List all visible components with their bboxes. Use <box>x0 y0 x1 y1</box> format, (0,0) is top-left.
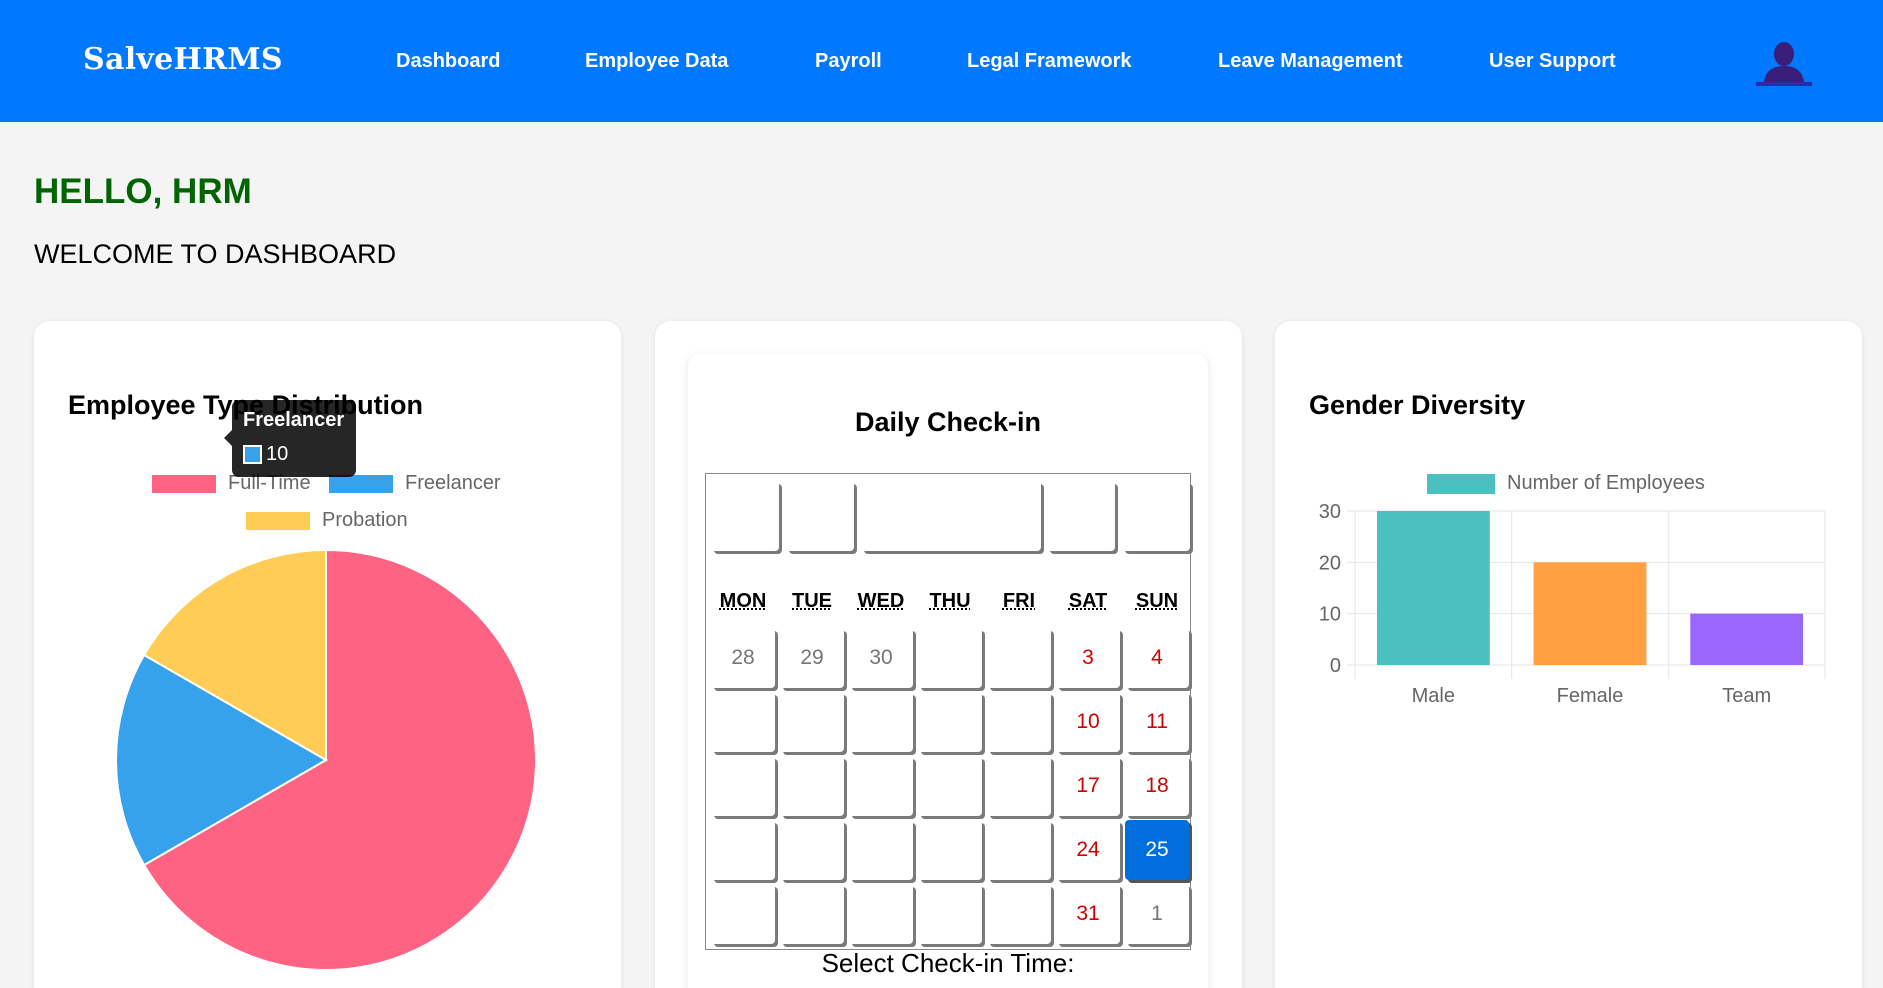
gender-bar-chart[interactable]: 0 10 20 30 Male Female Team <box>1300 490 1840 720</box>
calendar-day-empty[interactable] <box>711 692 775 752</box>
calendar-day-empty[interactable] <box>780 756 844 816</box>
x-tick-label-team: Team <box>1722 685 1771 707</box>
legend-freelancer[interactable]: Freelancer <box>329 472 501 495</box>
calendar-day-empty[interactable] <box>711 884 775 944</box>
legend-swatch-probation <box>246 511 310 530</box>
calendar-day-empty[interactable] <box>918 756 982 816</box>
tooltip-label: Freelancer <box>243 409 345 431</box>
calendar-day-empty[interactable] <box>849 692 913 752</box>
y-tick-label: 30 <box>1319 501 1341 523</box>
calendar-day-empty[interactable] <box>918 628 982 688</box>
calendar-day-empty[interactable] <box>918 884 982 944</box>
legend-probation[interactable]: Probation <box>246 509 408 532</box>
top-navbar: SalveHRMS Dashboard Employee Data Payrol… <box>0 0 1883 122</box>
weekday-thu: THU <box>929 590 971 612</box>
y-tick-label: 0 <box>1330 655 1341 677</box>
calendar-day-11[interactable]: 11 <box>1125 692 1189 752</box>
hello-heading: HELLO, HRM <box>34 172 252 211</box>
cal-month-label-button[interactable] <box>861 481 1041 551</box>
weekday-sun: SUN <box>1135 590 1179 612</box>
tooltip-value: 10 <box>266 443 289 465</box>
calendar-day-empty[interactable] <box>780 884 844 944</box>
brand-logo[interactable]: SalveHRMS <box>83 42 283 77</box>
y-tick-label: 10 <box>1319 604 1341 626</box>
calendar-day-empty[interactable] <box>918 692 982 752</box>
calendar-day-10[interactable]: 10 <box>1056 692 1120 752</box>
weekday-tue: TUE <box>792 590 832 612</box>
calendar-day-empty[interactable] <box>987 884 1051 944</box>
weekday-fri: FRI <box>1002 590 1036 612</box>
calendar-day-empty[interactable] <box>987 820 1051 880</box>
cal-prev-year-button[interactable] <box>711 481 779 551</box>
calendar-day-empty[interactable] <box>780 820 844 880</box>
calendar-day-empty[interactable] <box>780 692 844 752</box>
employee-type-pie-chart[interactable] <box>110 547 550 988</box>
nav-legal-framework[interactable]: Legal Framework <box>967 50 1132 73</box>
cal-next-month-button[interactable] <box>1047 481 1115 551</box>
calendar-day-empty[interactable] <box>849 820 913 880</box>
x-tick-label-female: Female <box>1557 685 1624 707</box>
nav-dashboard[interactable]: Dashboard <box>396 50 500 73</box>
bar-male[interactable] <box>1376 511 1490 665</box>
calendar-day-25[interactable]: 25 <box>1125 820 1189 880</box>
legend-swatch-freelancer <box>329 474 393 493</box>
legend-label-freelancer: Freelancer <box>405 472 501 494</box>
user-avatar-icon[interactable] <box>1756 40 1812 86</box>
calendar-day-empty[interactable] <box>918 820 982 880</box>
weekday-wed: WED <box>857 590 905 612</box>
nav-payroll[interactable]: Payroll <box>815 50 882 73</box>
bar-team[interactable] <box>1690 613 1804 665</box>
checkin-time-label: Select Check-in Time: <box>821 948 1075 978</box>
calendar-day-30[interactable]: 30 <box>849 628 913 688</box>
calendar-day-4[interactable]: 4 <box>1125 628 1189 688</box>
calendar-day-17[interactable]: 17 <box>1056 756 1120 816</box>
bar-female[interactable] <box>1533 562 1647 665</box>
calendar-day-empty[interactable] <box>987 692 1051 752</box>
y-tick-label: 20 <box>1319 552 1341 574</box>
weekday-sat: SAT <box>1068 590 1108 612</box>
calendar-day-empty[interactable] <box>987 628 1051 688</box>
x-tick-label-male: Male <box>1412 685 1455 707</box>
checkin-title: Daily Check-in <box>854 407 1042 437</box>
legend-label-probation: Probation <box>322 509 408 531</box>
calendar-day-empty[interactable] <box>849 884 913 944</box>
calendar-day-empty[interactable] <box>987 756 1051 816</box>
legend-swatch-full-time <box>152 474 216 493</box>
calendar-day-empty[interactable] <box>711 820 775 880</box>
welcome-subheading: WELCOME TO DASHBOARD <box>34 239 397 269</box>
calendar-day-24[interactable]: 24 <box>1056 820 1120 880</box>
calendar-day-1[interactable]: 1 <box>1125 884 1189 944</box>
nav-leave-management[interactable]: Leave Management <box>1218 50 1403 73</box>
nav-employee-data[interactable]: Employee Data <box>585 50 728 73</box>
weekday-mon: MON <box>719 590 767 612</box>
pie-tooltip: Freelancer 10 <box>224 400 356 477</box>
cal-prev-month-button[interactable] <box>786 481 854 551</box>
calendar-day-3[interactable]: 3 <box>1056 628 1120 688</box>
calendar-day-empty[interactable] <box>849 756 913 816</box>
calendar-day-18[interactable]: 18 <box>1125 756 1189 816</box>
calendar-day-31[interactable]: 31 <box>1056 884 1120 944</box>
calendar-day-28[interactable]: 28 <box>711 628 775 688</box>
calendar-day-29[interactable]: 29 <box>780 628 844 688</box>
tooltip-color-box <box>243 445 262 464</box>
calendar-day-empty[interactable] <box>711 756 775 816</box>
nav-user-support[interactable]: User Support <box>1489 50 1616 73</box>
gender-title: Gender Diversity <box>1309 390 1526 420</box>
cal-next-year-button[interactable] <box>1122 481 1190 551</box>
